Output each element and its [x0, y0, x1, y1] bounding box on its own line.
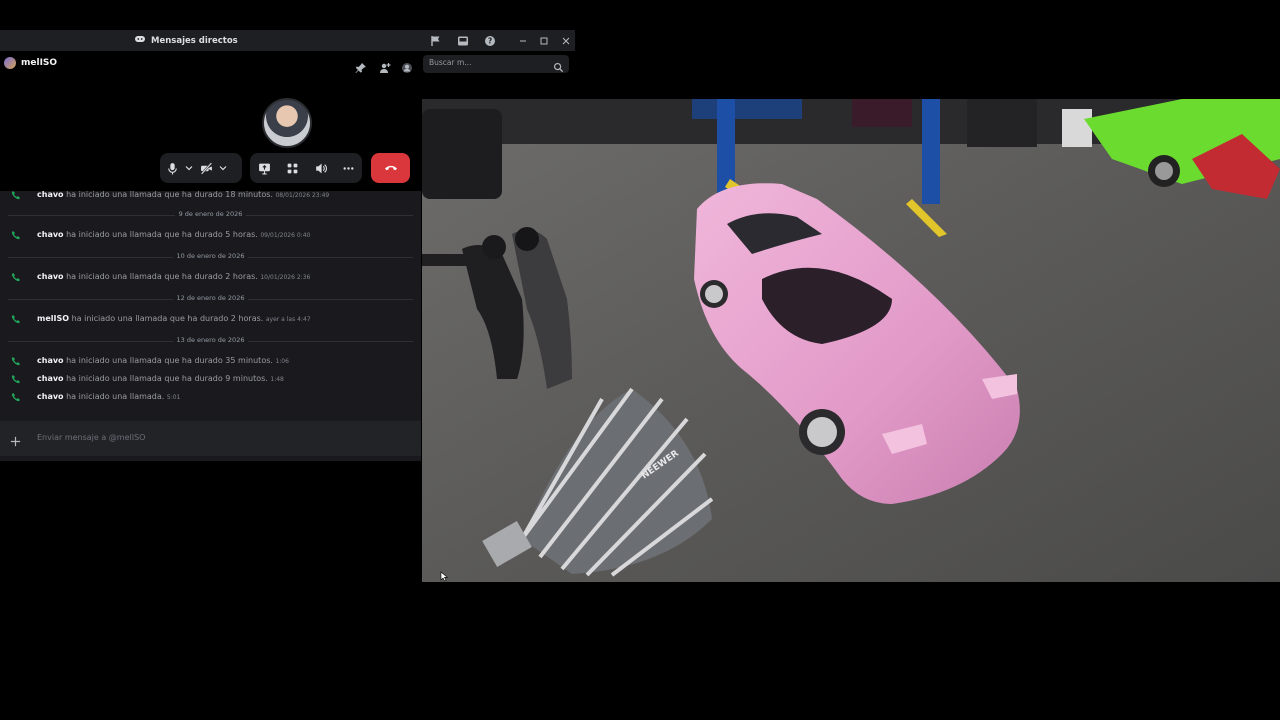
message-author[interactable]: melISO — [37, 314, 69, 323]
date-divider: 12 de enero de 2026 — [0, 293, 421, 305]
message-timestamp: 1:48 — [270, 376, 284, 383]
search-icon — [553, 58, 564, 73]
profile-icon[interactable] — [401, 59, 413, 73]
date-divider: 13 de enero de 2026 — [0, 335, 421, 347]
dm-username: melISO — [21, 58, 58, 68]
dm-user[interactable]: melISO — [4, 57, 57, 69]
add-friends-icon[interactable] — [379, 59, 391, 73]
minimize-icon[interactable] — [516, 34, 529, 47]
phone-icon — [11, 230, 21, 240]
message-text: ha iniciado una llamada que ha durado 9 … — [66, 374, 268, 383]
discord-logo-icon — [135, 35, 145, 46]
call-log-message[interactable]: chavo ha iniciado una llamada que ha dur… — [0, 353, 421, 369]
dm-header: melISO Buscar m... — [0, 51, 575, 78]
call-log-message[interactable]: chavo ha iniciado una llamada que ha dur… — [0, 227, 421, 243]
microphone-icon[interactable] — [160, 156, 184, 180]
audio-video-controls — [160, 153, 242, 183]
phone-icon — [11, 272, 21, 282]
message-author[interactable]: chavo — [37, 392, 64, 401]
voice-call-area — [0, 78, 421, 191]
composer-placeholder: Enviar mensaje a @melISO — [37, 433, 146, 442]
camera-options-chevron-icon[interactable] — [218, 156, 228, 180]
call-log-message[interactable]: chavo ha iniciado una llamada que ha dur… — [0, 191, 421, 203]
message-text: ha iniciado una llamada que ha durado 5 … — [66, 230, 258, 239]
microphone-options-chevron-icon[interactable] — [184, 156, 194, 180]
soundboard-icon[interactable] — [308, 156, 332, 180]
call-log-message[interactable]: chavo ha iniciado una llamada que ha dur… — [0, 269, 421, 285]
date-divider-label: 12 de enero de 2026 — [172, 294, 249, 302]
call-log-message[interactable]: melISO ha iniciado una llamada que ha du… — [0, 311, 421, 327]
phone-icon — [11, 314, 21, 324]
stream-video[interactable]: NEEWER — [422, 99, 1280, 582]
mouse-cursor-icon — [440, 567, 449, 582]
message-timestamp: 08/01/2026 23:49 — [275, 192, 330, 199]
call-log-message[interactable]: chavo ha iniciado una llamada. 5:01 — [0, 389, 421, 405]
date-divider: 10 de enero de 2026 — [0, 251, 421, 263]
message-list: chavo ha iniciado una llamada que ha dur… — [0, 191, 421, 461]
more-icon[interactable] — [336, 156, 360, 180]
search-box[interactable]: Buscar m... — [423, 55, 569, 73]
call-log-message[interactable]: chavo ha iniciado una llamada que ha dur… — [0, 371, 421, 387]
hangup-button[interactable] — [371, 153, 410, 183]
maximize-icon[interactable] — [537, 34, 550, 47]
message-text: ha iniciado una llamada que ha durado 2 … — [66, 272, 258, 281]
camera-off-icon[interactable] — [194, 156, 218, 180]
message-text: ha iniciado una llamada. — [66, 392, 165, 401]
date-divider-label: 9 de enero de 2026 — [174, 210, 247, 218]
message-author[interactable]: chavo — [37, 374, 64, 383]
hangup-icon — [384, 159, 398, 178]
message-author[interactable]: chavo — [37, 356, 64, 365]
message-text: ha iniciado una llamada que ha durado 18… — [66, 191, 273, 199]
window-title: Mensajes directos — [135, 30, 238, 51]
add-attachment-icon[interactable] — [10, 432, 21, 447]
inbox-icon[interactable] — [456, 34, 469, 47]
screen-share-icon[interactable] — [252, 156, 276, 180]
help-icon[interactable]: ? — [483, 34, 496, 47]
date-divider-label: 13 de enero de 2026 — [172, 336, 249, 344]
activities-icon[interactable] — [280, 156, 304, 180]
message-timestamp: 1:06 — [275, 358, 289, 365]
phone-icon — [11, 374, 21, 384]
message-text: ha iniciado una llamada que ha durado 35… — [66, 356, 273, 365]
pin-icon[interactable] — [355, 59, 367, 73]
message-timestamp: ayer a las 4:47 — [265, 316, 311, 323]
lift-post-right — [922, 99, 940, 204]
date-divider: 9 de enero de 2026 — [0, 209, 421, 221]
dark-car — [422, 109, 502, 199]
phone-icon — [11, 392, 21, 402]
lift-post-left — [717, 99, 735, 194]
message-timestamp: 10/01/2026 2:36 — [260, 274, 311, 281]
avatar — [4, 57, 16, 69]
message-timestamp: 09/01/2026 0:40 — [260, 232, 311, 239]
close-icon[interactable] — [559, 34, 572, 47]
tool-cabinet — [967, 99, 1037, 147]
message-text: ha iniciado una llamada que ha durado 2 … — [71, 314, 264, 323]
flag-icon[interactable] — [429, 34, 442, 47]
message-author[interactable]: chavo — [37, 191, 64, 199]
title-bar: Mensajes directos ? — [0, 30, 575, 51]
date-divider-label: 10 de enero de 2026 — [172, 252, 249, 260]
window-title-text: Mensajes directos — [151, 35, 238, 46]
svg-text:?: ? — [487, 36, 491, 45]
garage-scene: NEEWER — [422, 99, 1280, 582]
message-author[interactable]: chavo — [37, 272, 64, 281]
phone-icon — [11, 356, 21, 366]
call-action-controls — [250, 153, 362, 183]
message-author[interactable]: chavo — [37, 230, 64, 239]
call-participant-avatar[interactable] — [262, 98, 312, 148]
search-placeholder: Buscar m... — [429, 58, 472, 67]
message-timestamp: 5:01 — [166, 394, 181, 401]
phone-icon — [11, 191, 21, 200]
message-composer[interactable]: Enviar mensaje a @melISO — [0, 421, 421, 456]
